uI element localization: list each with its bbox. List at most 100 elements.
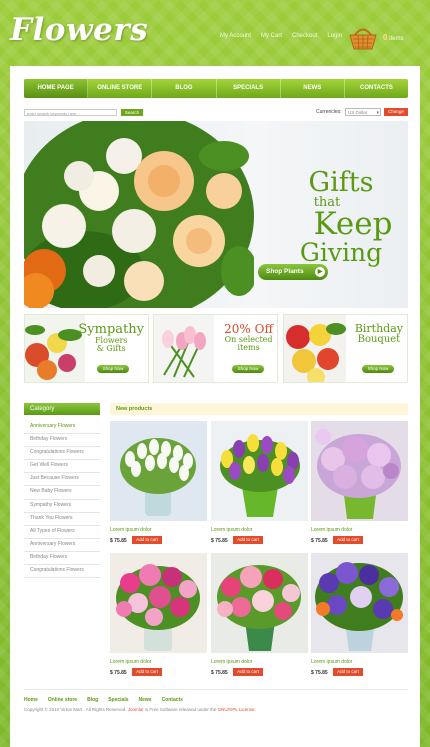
- main-nav: HOME PAGE ONLINE STORE BLOG SPECIALS NEW…: [24, 79, 408, 98]
- add-to-cart-button[interactable]: Add to cart: [333, 668, 363, 676]
- category-item[interactable]: Sympathy Flowers: [24, 500, 100, 513]
- product-price: $ 75.85: [110, 670, 127, 676]
- product-price: $ 75.85: [110, 538, 127, 544]
- sympathy-flowers-image: [25, 315, 85, 382]
- promo-discount-line-3: items: [237, 342, 260, 352]
- promo-discount[interactable]: 20% Off On selected items Shop Now: [153, 314, 278, 383]
- product-price: $ 75.85: [211, 670, 228, 676]
- nav-blog[interactable]: BLOG: [152, 79, 217, 98]
- product-name[interactable]: Lorem ipsum dolor: [110, 527, 151, 533]
- promo-sympathy-line-3: & Gifts: [96, 344, 126, 354]
- site-logo[interactable]: Flowers: [10, 12, 148, 48]
- cart-count[interactable]: 0 items: [383, 33, 403, 42]
- search-button[interactable]: Search: [121, 109, 143, 116]
- promo-discount-shop-button[interactable]: Shop Now: [232, 365, 264, 373]
- product-image-mixed-tulips[interactable]: [211, 421, 308, 521]
- product-card: Lorem ipsum dolor $ 75.85 Add to cart: [110, 421, 207, 552]
- promo-birthday-text: Birthday Bouquet: [355, 323, 403, 345]
- category-item[interactable]: Congratulations Flowers: [24, 447, 100, 461]
- add-to-cart-button[interactable]: Add to cart: [333, 536, 363, 544]
- license-link[interactable]: GNU/GPL License.: [218, 707, 256, 712]
- hero-bouquet-image: [24, 121, 254, 308]
- product-name[interactable]: Lorem ipsum dolor: [211, 527, 252, 533]
- promo-discount-text: 20% Off On selected items: [224, 323, 273, 352]
- product-name[interactable]: Lorem ipsum dolor: [311, 659, 352, 665]
- product-name[interactable]: Lorem ipsum dolor: [311, 527, 352, 533]
- cart-count-label: items: [389, 36, 404, 42]
- category-item[interactable]: Anniversary Flowers: [24, 421, 100, 435]
- copyright-text: Copyright © 2010 Virtue Mart . All Right…: [24, 707, 127, 712]
- add-to-cart-button[interactable]: Add to cart: [233, 536, 263, 544]
- category-item[interactable]: Anniversary Flowers: [24, 539, 100, 552]
- copyright-tail: is Free Software released under the: [144, 707, 217, 712]
- category-item[interactable]: Thank You Flowers: [24, 513, 100, 526]
- shop-plants-button[interactable]: Shop Plants ▶: [258, 264, 328, 280]
- my-cart-link[interactable]: My Cart: [261, 33, 282, 39]
- footer-link-online-store[interactable]: Online store: [48, 697, 77, 703]
- category-item[interactable]: Birthday Flowers: [24, 434, 100, 448]
- category-list: Anniversary Flowers Birthday Flowers Con…: [24, 421, 100, 579]
- arrow-right-icon: ▶: [315, 267, 325, 277]
- category-item[interactable]: Just Because Flowers: [24, 473, 100, 487]
- basket-icon[interactable]: [348, 24, 378, 50]
- nav-contacts[interactable]: CONTACTS: [345, 79, 408, 98]
- product-name[interactable]: Lorem ipsum dolor: [110, 659, 151, 665]
- currency-select[interactable]: US Dollar: [345, 108, 381, 117]
- product-image-iris[interactable]: [311, 553, 408, 653]
- nav-news[interactable]: NEWS: [281, 79, 345, 98]
- promo-sympathy-shop-button[interactable]: Shop Now: [97, 365, 129, 373]
- new-products-heading: New products: [110, 403, 408, 415]
- copyright: Copyright © 2010 Virtue Mart . All Right…: [24, 707, 256, 712]
- product-image-pink-bouquet[interactable]: [110, 553, 207, 653]
- product-card: Lorem ipsum dolor $ 75.85 Add to cart: [211, 553, 308, 684]
- add-to-cart-button[interactable]: Add to cart: [233, 668, 263, 676]
- promo-birthday[interactable]: Birthday Bouquet Shop Now: [283, 314, 408, 383]
- category-item[interactable]: New Baby Flowers: [24, 486, 100, 500]
- footer-link-news[interactable]: News: [139, 697, 152, 703]
- promo-birthday-shop-button[interactable]: Shop Now: [362, 365, 394, 373]
- category-item[interactable]: All Types of Flowers: [24, 526, 100, 539]
- search-input[interactable]: enter search keywords here: [24, 109, 117, 116]
- category-item[interactable]: Get Well Flowers: [24, 460, 100, 474]
- promo-birthday-line-1: Birthday: [354, 322, 403, 335]
- hero-line-4: Giving: [299, 238, 383, 267]
- add-to-cart-button[interactable]: Add to cart: [132, 536, 162, 544]
- promo-birthday-line-2: Bouquet: [357, 333, 401, 345]
- add-to-cart-button[interactable]: Add to cart: [132, 668, 162, 676]
- footer-link-specials[interactable]: Specials: [108, 697, 128, 703]
- promo-discount-line-1: 20% Off: [224, 322, 273, 336]
- product-price: $ 75.85: [311, 538, 328, 544]
- product-card: Lorem ipsum dolor $ 75.85 Add to cart: [311, 553, 408, 684]
- footer-link-contacts[interactable]: Contacts: [162, 697, 183, 703]
- birthday-bouquet-image: [284, 315, 346, 382]
- product-image-lilies[interactable]: [311, 421, 408, 521]
- footer-link-blog[interactable]: Blog: [87, 697, 98, 703]
- category-item[interactable]: Birthday Flowers: [24, 552, 100, 566]
- category-item[interactable]: Congratulations Flowers: [24, 565, 100, 579]
- footer-links: Home Online store Blog Specials News Con…: [24, 697, 183, 703]
- product-name[interactable]: Lorem ipsum dolor: [211, 659, 252, 665]
- promo-sympathy[interactable]: Sympathy Flowers & Gifts Shop Now: [24, 314, 149, 383]
- nav-online-store[interactable]: ONLINE STORE: [88, 79, 153, 98]
- tulips-image: [154, 315, 214, 382]
- product-price: $ 75.85: [211, 538, 228, 544]
- promo-sympathy-text: Sympathy Flowers & Gifts: [78, 323, 144, 353]
- joomla-link[interactable]: Joomla!: [128, 707, 144, 712]
- nav-specials[interactable]: SPECIALS: [217, 79, 281, 98]
- product-price: $ 75.85: [311, 670, 328, 676]
- hero-line-1: Gifts: [308, 167, 374, 198]
- footer-divider: [24, 689, 408, 690]
- shop-plants-label: Shop Plants: [266, 268, 304, 275]
- product-image-roses[interactable]: [211, 553, 308, 653]
- login-link[interactable]: Login: [327, 33, 342, 39]
- currency-label: Currencies:: [316, 109, 342, 115]
- product-image-white-tulips[interactable]: [110, 421, 207, 521]
- currency-change-button[interactable]: Change: [384, 108, 408, 116]
- category-heading: Category: [24, 403, 100, 415]
- nav-home[interactable]: HOME PAGE: [24, 79, 89, 98]
- promo-sympathy-line-1: Sympathy: [78, 322, 144, 337]
- top-links: My Account My Cart Checkout Login: [220, 33, 342, 39]
- footer-link-home[interactable]: Home: [24, 697, 38, 703]
- my-account-link[interactable]: My Account: [220, 33, 251, 39]
- checkout-link[interactable]: Checkout: [292, 33, 317, 39]
